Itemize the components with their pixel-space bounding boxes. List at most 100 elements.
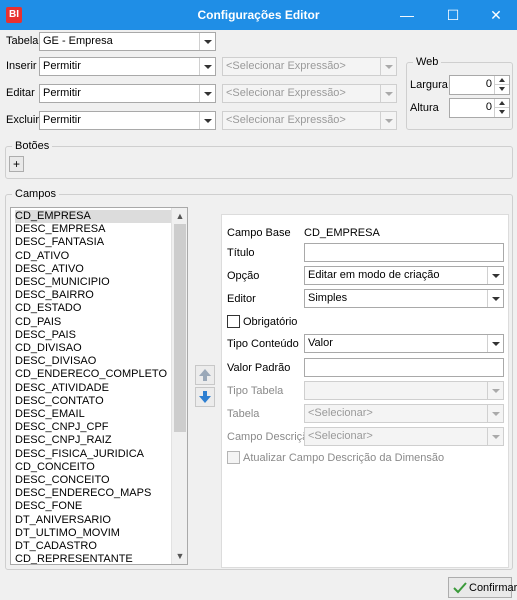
list-item[interactable]: DT_CADASTRO — [15, 540, 173, 553]
chevron-down-icon[interactable] — [487, 267, 503, 284]
obrigatorio-checkbox[interactable] — [227, 315, 240, 328]
chevron-down-icon[interactable] — [487, 335, 503, 352]
title-bar: BI Configurações Editor — ☐ ✕ — [0, 0, 517, 30]
list-item[interactable]: DESC_MUNICIPIO — [15, 276, 173, 289]
confirm-button[interactable]: Confirmar — [448, 577, 517, 598]
altura-value: 0 — [485, 101, 492, 113]
list-item[interactable]: CD_ATIVO — [15, 250, 173, 263]
list-item[interactable]: DESC_BAIRRO — [15, 289, 173, 302]
chevron-down-icon[interactable] — [487, 382, 503, 399]
botoes-group — [5, 146, 513, 179]
scroll-up-icon[interactable]: ▲ — [175, 211, 185, 221]
chevron-down-icon[interactable] — [199, 85, 215, 102]
list-item[interactable]: DESC_EMPRESA — [15, 223, 173, 236]
campos-list[interactable]: CD_EMPRESA DESC_EMPRESA DESC_FANTASIA CD_AT… — [10, 207, 188, 565]
opcao-select[interactable]: Editar em modo de criação — [304, 266, 504, 285]
list-item[interactable]: CD_ENDERECO_COMPLETO — [15, 368, 173, 381]
list-item[interactable]: DESC_ATIVO — [15, 263, 173, 276]
excluir-select[interactable]: Permitir — [39, 111, 216, 130]
chevron-down-icon[interactable] — [487, 290, 503, 307]
list-item[interactable]: DESC_CONCEITO — [15, 474, 173, 487]
botoes-legend: Botões — [12, 139, 53, 153]
arrow-up-icon — [199, 369, 211, 381]
chevron-down-icon[interactable] — [380, 85, 396, 102]
excluir-expression-select[interactable]: <Selecionar Expressão> — [222, 111, 397, 130]
scroll-thumb[interactable] — [174, 224, 186, 432]
checkmark-icon — [453, 582, 467, 594]
spin-up-icon[interactable] — [494, 99, 509, 108]
editor-label: Editor — [227, 293, 256, 305]
list-item[interactable]: CD_DIVISAO — [15, 342, 173, 355]
inserir-expression-select[interactable]: <Selecionar Expressão> — [222, 57, 397, 76]
atualizar-label: Atualizar Campo Descrição da Dimensão — [243, 452, 445, 464]
list-item[interactable]: DESC_ATIVIDADE — [15, 382, 173, 395]
web-legend: Web — [413, 55, 442, 69]
valor-padrao-input[interactable] — [304, 358, 504, 377]
tipo-conteudo-select[interactable]: Valor — [304, 334, 504, 353]
list-item[interactable]: DESC_FISICA_JURIDICA — [15, 448, 173, 461]
titulo-label: Título — [227, 247, 255, 259]
move-up-button[interactable] — [195, 365, 215, 385]
maximize-button[interactable]: ☐ — [431, 0, 475, 30]
editar-expression-select[interactable]: <Selecionar Expressão> — [222, 84, 397, 103]
scroll-down-icon[interactable]: ▼ — [175, 551, 185, 561]
editar-select-value: Permitir — [43, 87, 81, 99]
list-item[interactable]: DESC_PAIS — [15, 329, 173, 342]
list-item[interactable]: DESC_CONTATO — [15, 395, 173, 408]
editar-expression-value: <Selecionar Expressão> — [226, 87, 346, 99]
list-item[interactable]: DESC_ENDERECO_MAPS — [15, 487, 173, 500]
chevron-down-icon[interactable] — [199, 33, 215, 50]
altura-spinner[interactable]: 0 — [449, 98, 510, 118]
titulo-input[interactable] — [304, 243, 504, 262]
arrow-down-icon — [199, 391, 211, 403]
chevron-down-icon[interactable] — [199, 58, 215, 75]
chevron-down-icon[interactable] — [199, 112, 215, 129]
tabela-select[interactable]: GE - Empresa — [39, 32, 216, 51]
spin-down-icon[interactable] — [494, 85, 509, 94]
chevron-down-icon[interactable] — [380, 58, 396, 75]
chevron-down-icon[interactable] — [487, 428, 503, 445]
campo-descricao-select[interactable]: <Selecionar> — [304, 427, 504, 446]
atualizar-checkbox[interactable] — [227, 451, 240, 464]
editor-select-value: Simples — [308, 292, 348, 304]
largura-spinner[interactable]: 0 — [449, 75, 510, 95]
list-item[interactable]: CD_REPRESENTANTE — [15, 553, 173, 564]
list-item[interactable]: DESC_CNPJ_CPF — [15, 421, 173, 434]
excluir-expression-value: <Selecionar Expressão> — [226, 114, 346, 126]
editar-select[interactable]: Permitir — [39, 84, 216, 103]
obrigatorio-label: Obrigatório — [243, 316, 298, 328]
inserir-expression-value: <Selecionar Expressão> — [226, 60, 346, 72]
campo-descricao-value: <Selecionar> — [308, 430, 373, 442]
minimize-button[interactable]: — — [385, 0, 429, 30]
spin-up-icon[interactable] — [494, 76, 509, 85]
move-down-button[interactable] — [195, 387, 215, 407]
inserir-select[interactable]: Permitir — [39, 57, 216, 76]
tipo-conteudo-value: Valor — [308, 337, 333, 349]
editor-select[interactable]: Simples — [304, 289, 504, 308]
list-item[interactable]: DESC_CNPJ_RAIZ — [15, 434, 173, 447]
tabela-label: Tabela — [6, 35, 39, 47]
list-item[interactable]: CD_ESTADO — [15, 302, 173, 315]
close-button[interactable]: ✕ — [474, 0, 517, 30]
add-button-button[interactable]: + — [9, 156, 24, 172]
tipo-tabela-select[interactable] — [304, 381, 504, 400]
list-item[interactable]: DESC_DIVISAO — [15, 355, 173, 368]
list-item[interactable]: DESC_FONE — [15, 500, 173, 513]
tabela-select-value: GE - Empresa — [43, 35, 113, 47]
spin-down-icon[interactable] — [494, 108, 509, 117]
valor-padrao-label: Valor Padrão — [227, 362, 291, 374]
list-item[interactable]: DT_ULTIMO_MOVIM — [15, 527, 173, 540]
chevron-down-icon[interactable] — [487, 405, 503, 422]
list-scrollbar[interactable]: ▲ ▼ — [171, 208, 187, 564]
tabela-prop-value: <Selecionar> — [308, 407, 373, 419]
list-item[interactable]: CD_EMPRESA — [15, 210, 173, 223]
campo-base-label: Campo Base — [227, 227, 291, 239]
list-item[interactable]: CD_PAIS — [15, 316, 173, 329]
list-item[interactable]: CD_CONCEITO — [15, 461, 173, 474]
chevron-down-icon[interactable] — [380, 112, 396, 129]
tabela-prop-select[interactable]: <Selecionar> — [304, 404, 504, 423]
web-group — [406, 62, 513, 130]
list-item[interactable]: DESC_EMAIL — [15, 408, 173, 421]
list-item[interactable]: DT_ANIVERSARIO — [15, 514, 173, 527]
list-item[interactable]: DESC_FANTASIA — [15, 236, 173, 249]
